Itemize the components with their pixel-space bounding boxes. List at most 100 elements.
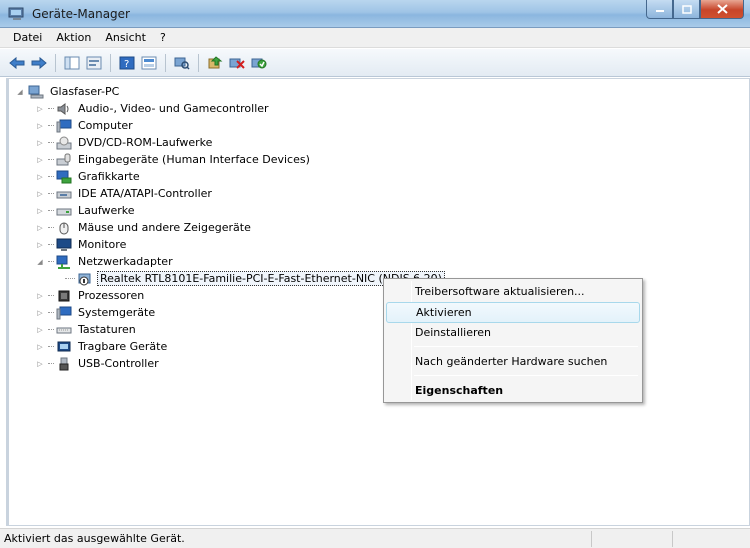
toolbar-separator: [165, 53, 166, 72]
collapse-icon[interactable]: ◢: [35, 258, 45, 266]
tree-item-label: Mäuse und andere Zeigegeräte: [78, 221, 251, 234]
menu-ansicht[interactable]: Ansicht: [98, 31, 153, 44]
expand-icon[interactable]: ▷: [35, 190, 45, 198]
system-device-icon: [56, 306, 72, 319]
title-bar[interactable]: Geräte-Manager: [0, 0, 750, 28]
menu-bar: Datei Aktion Ansicht ?: [0, 28, 750, 48]
expand-icon[interactable]: ▷: [35, 224, 45, 232]
status-bar: Aktiviert das ausgewählte Gerät.: [0, 528, 750, 548]
tree-item[interactable]: ▷ IDE ATA/ATAPI-Controller: [35, 185, 214, 202]
processor-icon: [58, 290, 70, 301]
computer-icon: [56, 119, 72, 132]
minimize-icon: [655, 10, 664, 12]
view-icon[interactable]: [140, 54, 158, 72]
toolbar-separator: [110, 53, 111, 72]
tree-item[interactable]: ▷ Laufwerke: [35, 202, 137, 219]
tree-item[interactable]: ◢ Netzwerkadapter: [35, 253, 175, 270]
properties-icon[interactable]: [85, 54, 103, 72]
console-tree-icon[interactable]: [63, 54, 81, 72]
tree-item[interactable]: ▷ Tastaturen: [35, 321, 138, 338]
menu-enable-device[interactable]: Aktivieren: [386, 302, 640, 323]
expand-icon[interactable]: ▷: [35, 139, 45, 147]
mouse-icon: [59, 222, 69, 234]
tree-item-label: Netzwerkadapter: [78, 255, 173, 268]
menu-datei[interactable]: Datei: [6, 31, 49, 44]
tree-root-label: Glasfaser-PC: [50, 85, 120, 98]
input-device-icon: [56, 153, 71, 165]
status-divider: [591, 531, 592, 547]
tree-item[interactable]: ▷ DVD/CD-ROM-Laufwerke: [35, 134, 214, 151]
menu-properties[interactable]: Eigenschaften: [386, 380, 640, 401]
expand-icon[interactable]: ▷: [35, 309, 45, 317]
device-manager-icon: [8, 7, 24, 20]
tree-item-label: Eingabegeräte (Human Interface Devices): [78, 153, 310, 166]
speaker-icon: [57, 102, 69, 115]
disable-device-icon[interactable]: [228, 54, 246, 72]
tree-item-label: USB-Controller: [78, 357, 159, 370]
expand-icon[interactable]: ▷: [35, 173, 45, 181]
help-icon[interactable]: ?: [118, 54, 136, 72]
menu-help[interactable]: ?: [153, 31, 173, 44]
dvd-drive-icon: [56, 136, 72, 149]
disk-drive-icon: [56, 208, 72, 215]
forward-arrow-icon[interactable]: [30, 54, 48, 72]
menu-scan-hardware[interactable]: Nach geänderter Hardware suchen: [386, 351, 640, 372]
toolbar-separator: [198, 53, 199, 72]
tree-item[interactable]: ▷ Audio-, Video- und Gamecontroller: [35, 100, 271, 117]
tree-item-label: Tastaturen: [78, 323, 136, 336]
tree-item[interactable]: ▷ Prozessoren: [35, 287, 146, 304]
tree-root[interactable]: ◢ Glasfaser-PC: [15, 83, 121, 100]
enable-device-icon[interactable]: [250, 54, 268, 72]
menu-aktion[interactable]: Aktion: [49, 31, 98, 44]
close-button[interactable]: [700, 0, 744, 19]
tree-item[interactable]: ▷ USB-Controller: [35, 355, 161, 372]
expand-icon[interactable]: ▷: [35, 122, 45, 130]
keyboard-icon: [56, 327, 72, 333]
tree-item-label: Tragbare Geräte: [78, 340, 168, 353]
scan-hardware-icon[interactable]: [173, 54, 191, 72]
context-menu: Treibersoftware aktualisieren... Aktivie…: [383, 278, 643, 403]
menu-separator: [414, 346, 638, 347]
tree-item-label: Audio-, Video- und Gamecontroller: [78, 102, 269, 115]
monitor-icon: [56, 238, 72, 251]
window-title: Geräte-Manager: [32, 7, 130, 21]
tree-item-label: IDE ATA/ATAPI-Controller: [78, 187, 212, 200]
collapse-icon[interactable]: ◢: [15, 88, 25, 96]
status-divider: [672, 531, 673, 547]
expand-icon[interactable]: ▷: [35, 241, 45, 249]
minimize-button[interactable]: [646, 0, 673, 19]
tree-item[interactable]: ▷ Eingabegeräte (Human Interface Devices…: [35, 151, 312, 168]
menu-uninstall[interactable]: Deinstallieren: [386, 322, 640, 343]
maximize-icon: [681, 4, 692, 14]
network-adapter-icon: [56, 255, 70, 269]
tree-item[interactable]: ▷ Grafikkarte: [35, 168, 142, 185]
status-text: Aktiviert das ausgewählte Gerät.: [4, 532, 185, 545]
tree-item-label: Computer: [78, 119, 133, 132]
tree-item-label: Grafikkarte: [78, 170, 140, 183]
close-icon: [716, 4, 728, 14]
toolbar: ?: [0, 49, 750, 77]
back-arrow-icon[interactable]: [8, 54, 26, 72]
maximize-button[interactable]: [673, 0, 700, 19]
tree-item-label: Systemgeräte: [78, 306, 156, 319]
update-driver-icon[interactable]: [206, 54, 224, 72]
tree-item[interactable]: ▷ Tragbare Geräte: [35, 338, 169, 355]
display-adapter-icon: [56, 170, 72, 183]
expand-icon[interactable]: ▷: [35, 326, 45, 334]
tree-item[interactable]: ▷ Systemgeräte: [35, 304, 157, 321]
expand-icon[interactable]: ▷: [35, 360, 45, 368]
menu-update-driver[interactable]: Treibersoftware aktualisieren...: [386, 281, 640, 302]
network-card-disabled-icon: [78, 273, 91, 285]
ide-controller-icon: [56, 191, 72, 198]
tree-item[interactable]: ▷ Mäuse und andere Zeigegeräte: [35, 219, 253, 236]
usb-icon: [59, 357, 69, 370]
tree-item[interactable]: ▷ Monitore: [35, 236, 128, 253]
toolbar-separator: [55, 53, 56, 72]
expand-icon[interactable]: ▷: [35, 292, 45, 300]
expand-icon[interactable]: ▷: [35, 207, 45, 215]
svg-text:?: ?: [124, 59, 129, 70]
tree-item[interactable]: ▷ Computer: [35, 117, 135, 134]
expand-icon[interactable]: ▷: [35, 156, 45, 164]
expand-icon[interactable]: ▷: [35, 343, 45, 351]
expand-icon[interactable]: ▷: [35, 105, 45, 113]
